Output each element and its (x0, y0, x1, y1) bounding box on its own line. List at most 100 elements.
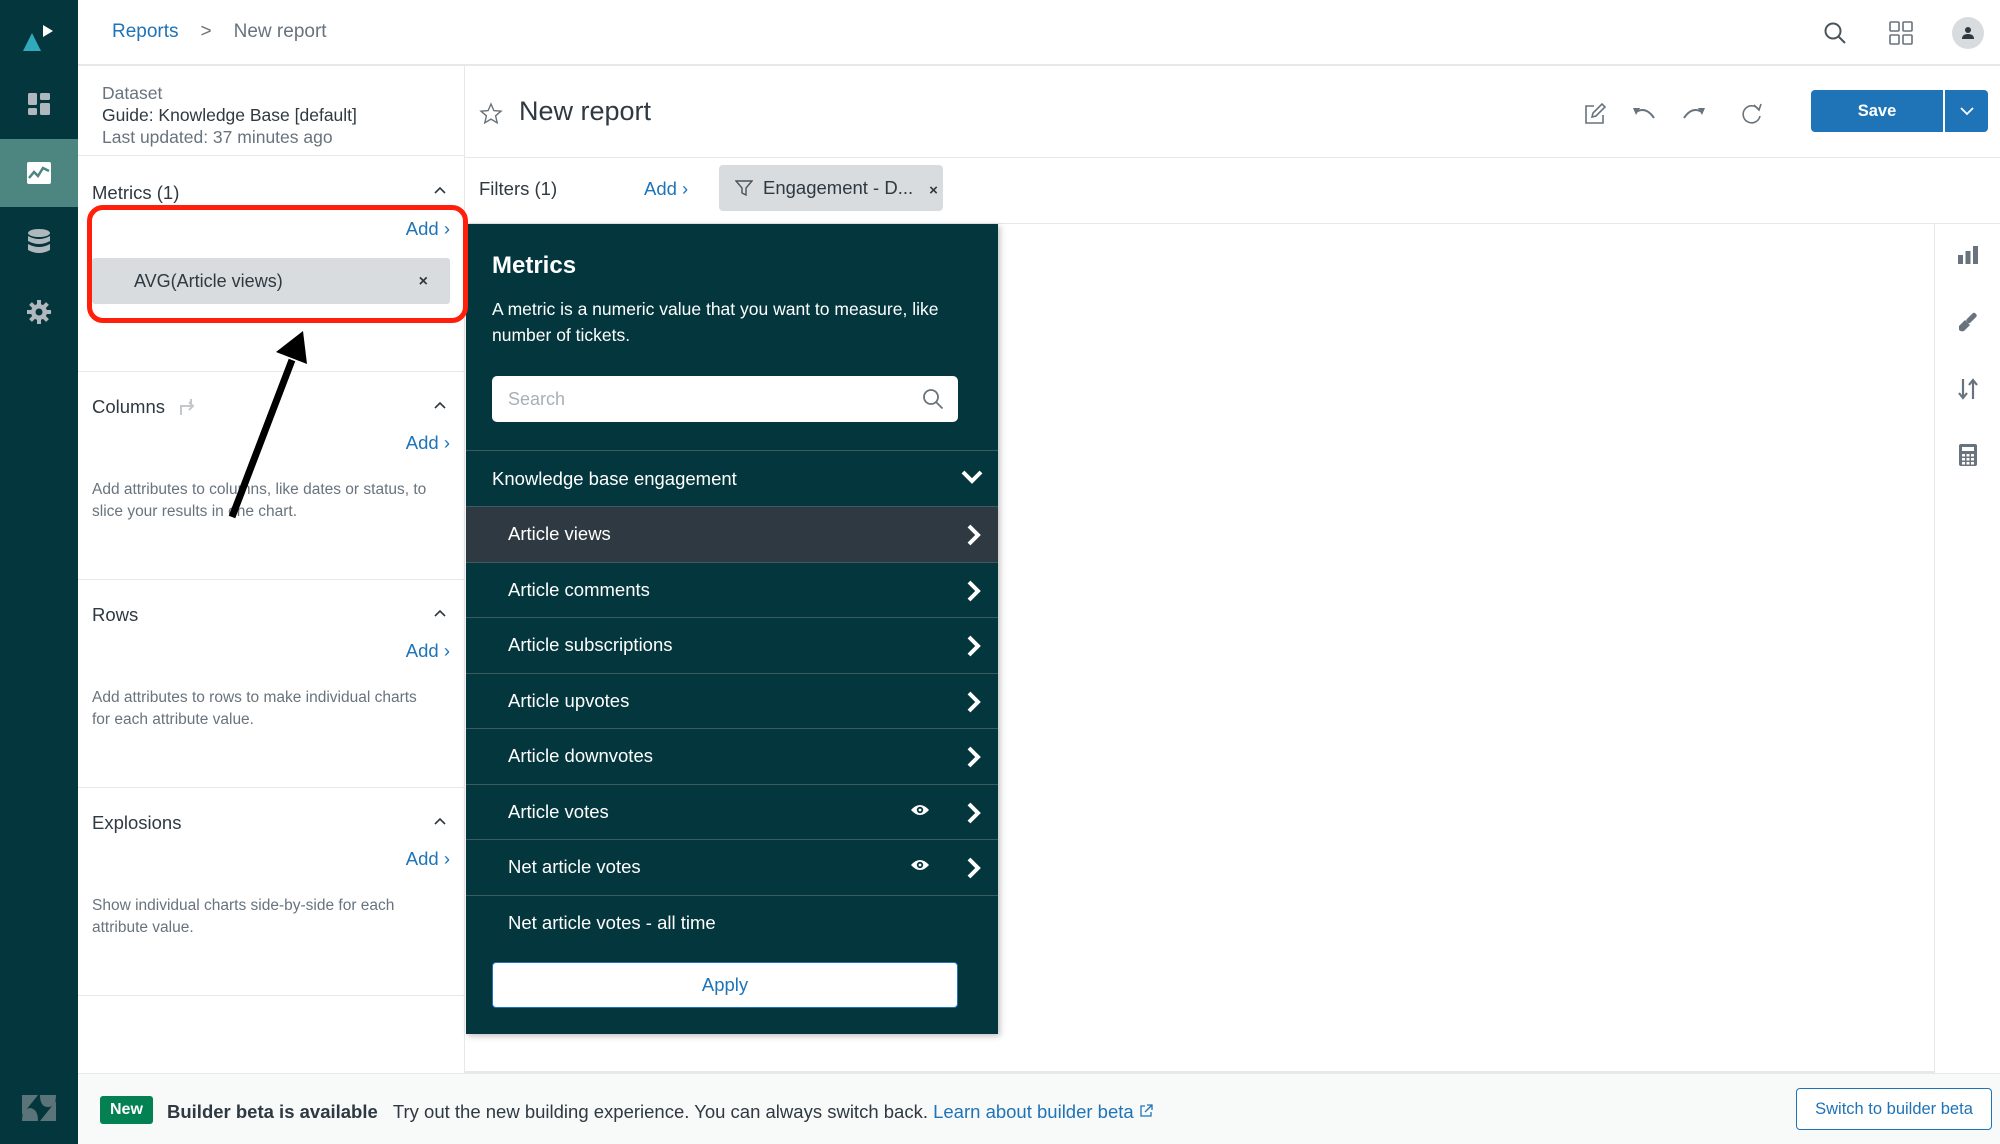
filter-funnel-icon (735, 180, 753, 197)
chevron-down-icon (1959, 107, 1974, 116)
metric-list-item[interactable]: Article views (466, 506, 998, 562)
database-icon (28, 229, 50, 253)
rows-collapse-chevron-up-icon[interactable] (432, 607, 448, 619)
metrics-collapse-chevron-up-icon[interactable] (432, 184, 448, 196)
report-config-panel: Dataset Guide: Knowledge Base [default] … (78, 66, 465, 1073)
apps-grid-icon (1889, 21, 1913, 45)
metric-list-item-label: Net article votes (508, 856, 641, 878)
eye-icon[interactable] (910, 803, 930, 817)
metric-list-item[interactable]: Article subscriptions (466, 617, 998, 673)
sort-icon (1958, 378, 1978, 400)
chevron-down-icon (961, 470, 983, 484)
apps-button[interactable] (1884, 16, 1918, 50)
refresh-icon (1742, 103, 1762, 124)
nav-dashboard[interactable] (0, 70, 78, 138)
filters-bar: Filters (1) Add › Engagement - D... × (465, 158, 2000, 224)
gear-icon (27, 300, 51, 324)
filters-label: Filters (1) (479, 178, 558, 199)
eye-icon[interactable] (910, 858, 930, 872)
zendesk-logo-icon (22, 1095, 56, 1121)
switch-to-builder-beta-button[interactable]: Switch to builder beta (1796, 1088, 1992, 1130)
breadcrumb: Reports > New report (112, 21, 327, 43)
chevron-right-icon[interactable] (966, 746, 982, 768)
global-search-button[interactable] (1818, 16, 1852, 50)
nav-settings[interactable] (0, 278, 78, 346)
chevron-right-icon[interactable] (966, 580, 982, 602)
metric-search-input[interactable] (492, 376, 912, 422)
metric-list-item-label: Net article votes - all time (508, 911, 716, 933)
nav-datasets[interactable] (0, 208, 78, 276)
nav-rail (0, 0, 78, 1144)
metrics-section-title[interactable]: Metrics (1) (92, 182, 179, 204)
sort-button[interactable] (1955, 376, 1981, 402)
learn-builder-beta-link[interactable]: Learn about builder beta (933, 1101, 1153, 1122)
visualization-tools-rail (1934, 224, 2000, 1072)
avatar (1952, 17, 1984, 49)
filter-remove-icon[interactable]: × (929, 182, 938, 199)
metric-chip-remove-icon[interactable]: × (419, 273, 428, 291)
chart-type-button[interactable] (1955, 242, 1981, 268)
builder-beta-banner: New Builder beta is available Try out th… (78, 1073, 2000, 1144)
columns-add-link[interactable]: Add › (406, 432, 450, 454)
metric-list-item[interactable]: Net article votes (466, 839, 998, 895)
explosions-add-link[interactable]: Add › (406, 848, 450, 870)
divider (78, 579, 465, 580)
calculations-button[interactable] (1955, 442, 1981, 468)
metric-list-item-label: Article views (508, 523, 611, 545)
swap-arrows-icon[interactable] (175, 397, 197, 417)
metrics-add-link[interactable]: Add › (406, 218, 450, 240)
columns-help-text: Add attributes to columns, like dates or… (92, 481, 427, 520)
redo-icon (1683, 108, 1705, 119)
metrics-title: Metrics (1) (92, 182, 180, 203)
columns-collapse-chevron-up-icon[interactable] (432, 399, 448, 411)
chevron-right-icon[interactable] (966, 635, 982, 657)
columns-title: Columns (92, 396, 165, 417)
report-title[interactable]: New report (519, 96, 651, 127)
save-button[interactable]: Save (1811, 90, 1943, 132)
save-options-dropdown[interactable] (1945, 90, 1988, 132)
metric-list-item-label: Article comments (508, 578, 650, 600)
divider (78, 787, 465, 788)
explosions-section-title[interactable]: Explosions (92, 812, 181, 834)
breadcrumb-separator: > (200, 21, 212, 42)
breadcrumb-current: New report (233, 21, 327, 42)
explore-logo-icon (23, 25, 53, 51)
metric-group-knowledge-base-engagement[interactable]: Knowledge base engagement (466, 450, 998, 506)
chevron-right-icon[interactable] (966, 691, 982, 713)
dataset-name[interactable]: Guide: Knowledge Base [default] (102, 104, 357, 126)
explosions-collapse-chevron-up-icon[interactable] (432, 815, 448, 827)
chevron-right-icon[interactable] (966, 857, 982, 879)
metric-list-item[interactable]: Article upvotes (466, 672, 998, 729)
metric-list-item[interactable]: Net article votes - all time (466, 894, 998, 951)
metric-list-item[interactable]: Article downvotes (466, 728, 998, 784)
metric-chip[interactable]: AVG(Article views) × (92, 258, 450, 304)
redo-button[interactable] (1679, 100, 1707, 128)
dashboard-icon (28, 93, 50, 115)
rows-add-link[interactable]: Add › (406, 640, 450, 662)
metric-list-item-label: Article votes (508, 800, 609, 822)
dataset-label: Dataset (102, 83, 163, 103)
user-menu[interactable] (1951, 16, 1985, 50)
picker-title: Metrics (492, 252, 577, 279)
refresh-button[interactable] (1738, 100, 1766, 128)
zendesk-logo[interactable] (0, 1090, 78, 1126)
favorite-star-icon[interactable] (479, 102, 503, 126)
rows-section-title[interactable]: Rows (92, 604, 138, 626)
metric-list-item[interactable]: Article comments (466, 561, 998, 618)
filter-pill-engagement[interactable]: Engagement - D... × (719, 165, 943, 211)
edit-title-button[interactable] (1581, 100, 1609, 128)
chevron-right-icon[interactable] (966, 524, 982, 546)
chevron-right-icon[interactable] (966, 802, 982, 824)
metric-list-item[interactable]: Article votes (466, 783, 998, 840)
undo-button[interactable] (1631, 100, 1659, 128)
nav-reports[interactable] (0, 139, 78, 207)
format-button[interactable] (1955, 309, 1981, 335)
explore-logo[interactable] (0, 14, 78, 60)
filters-add-link[interactable]: Add › (644, 178, 688, 200)
avatar-user-icon (1962, 27, 1974, 39)
edit-icon (1585, 102, 1607, 124)
breadcrumb-reports-link[interactable]: Reports (112, 21, 179, 43)
report-header: New report Save (465, 66, 2000, 158)
apply-button[interactable]: Apply (492, 962, 958, 1008)
columns-section-title[interactable]: Columns (92, 396, 197, 418)
